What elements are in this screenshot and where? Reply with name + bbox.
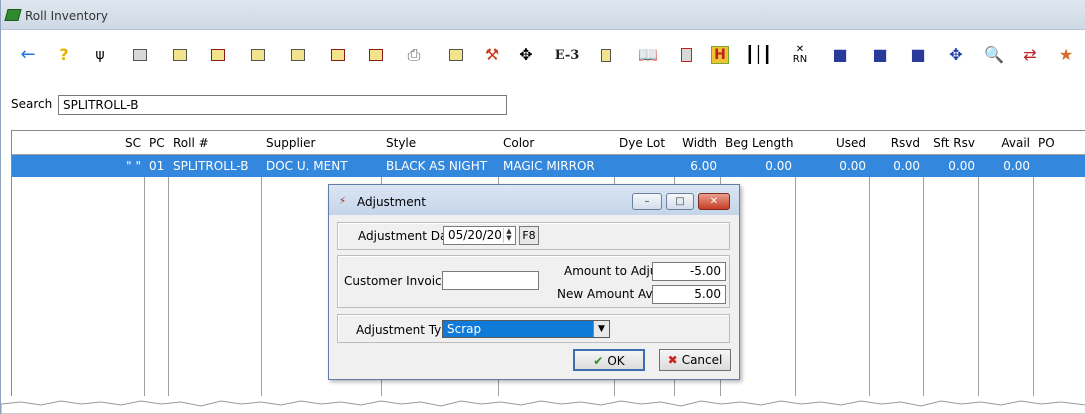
ok-label: OK — [607, 354, 625, 368]
x-icon: ✖ — [667, 353, 678, 367]
adjustment-date-value: 05/20/20 — [448, 228, 502, 242]
toolbar: ← ? ψ ⎙ ⚒ ✥ E-3 📖 H ┃│┃ ✕ RN ■ ■ ■ ✥ 🔍 ⇄ … — [9, 38, 1084, 74]
torn-edge-shape — [1, 400, 1085, 414]
customer-invoice-input[interactable] — [442, 271, 539, 290]
blue-move-icon[interactable]: ✥ — [945, 44, 967, 66]
h-icon[interactable]: H — [711, 46, 729, 64]
move-icon[interactable]: ✥ — [515, 44, 537, 66]
remove-blue-tag-icon[interactable]: ■ — [869, 44, 891, 66]
chevron-down-icon[interactable]: ▼ — [593, 321, 609, 337]
back-arrow-icon[interactable]: ← — [17, 44, 39, 66]
book-search-icon[interactable]: 📖 — [637, 44, 659, 66]
help-icon[interactable]: ? — [53, 44, 75, 66]
col-header-dye-lot[interactable]: Dye Lot — [615, 131, 675, 155]
tools-icon[interactable]: ψ — [89, 44, 111, 66]
col-header-sc[interactable]: SC — [12, 131, 145, 155]
runner-icon[interactable]: ★ — [1055, 44, 1077, 66]
cell-beg-length: 0.00 — [765, 159, 792, 173]
cell-roll: SPLITROLL-B — [173, 159, 249, 173]
col-header-po[interactable]: PO — [1034, 131, 1084, 155]
col-header-roll[interactable]: Roll # — [169, 131, 262, 155]
rn-icon[interactable]: ✕ RN — [789, 44, 811, 66]
dialog-title-bar: ⚡ Adjustment – □ ✕ — [329, 185, 739, 215]
cell-rsvd: 0.00 — [893, 159, 920, 173]
barcode-icon[interactable]: ┃│┃ — [745, 44, 772, 66]
cell-pc: 01 — [149, 159, 165, 173]
torn-edge — [1, 396, 1085, 414]
col-header-color[interactable]: Color — [499, 131, 615, 155]
document-icon[interactable] — [675, 44, 697, 66]
hammer-icon[interactable]: ⚒ — [481, 44, 503, 66]
cancel-label: Cancel — [681, 353, 723, 367]
printer-icon[interactable]: ⎙ — [403, 44, 425, 66]
grid-header: SC PC Roll # Supplier Style Color Dye Lo… — [12, 131, 1085, 155]
amount-to-adjust-input[interactable]: -5.00 — [652, 262, 726, 281]
minimize-icon[interactable]: – — [632, 193, 662, 210]
date-group: Adjustment Date 05/20/20 ▲ ▼ F8 — [337, 222, 730, 250]
col-header-beg-length[interactable]: Beg Length — [721, 131, 796, 155]
rn-label: RN — [792, 54, 808, 65]
adjustment-dialog: ⚡ Adjustment – □ ✕ Adjustment Date 05/20… — [328, 184, 740, 380]
window-title: Roll Inventory — [25, 9, 108, 23]
dialog-icon: ⚡ — [339, 196, 347, 207]
title-bar: Roll Inventory — [1, 0, 1085, 30]
app-icon — [4, 9, 22, 21]
col-header-rsvd[interactable]: Rsvd — [870, 131, 924, 155]
e3-icon[interactable]: E-3 — [553, 44, 581, 66]
search-input[interactable] — [58, 95, 507, 115]
adjustment-type-select[interactable]: Scrap ▼ — [442, 320, 610, 338]
cell-avail: 0.00 — [1003, 159, 1030, 173]
cell-used: 0.00 — [839, 159, 866, 173]
roll-inventory-window: Roll Inventory ← ? ψ ⎙ ⚒ ✥ E-3 📖 H ┃│┃ ✕… — [0, 0, 1085, 414]
table-row[interactable]: " " 01 SPLITROLL-B DOC U. MENT BLACK AS … — [12, 155, 1085, 177]
cell-po — [1034, 155, 1084, 177]
type-group: Adjustment Type Scrap ▼ — [337, 314, 730, 343]
check-icon: ✔ — [593, 354, 604, 368]
amount-group: Customer Invoice # Amount to Adjust -5.0… — [337, 255, 730, 308]
new-amount-avail-label: New Amount Avail — [557, 287, 667, 301]
maximize-icon[interactable]: □ — [666, 193, 694, 210]
close-icon[interactable]: ✕ — [698, 193, 730, 210]
ok-button[interactable]: ✔ OK — [573, 349, 645, 371]
cell-width: 6.00 — [690, 159, 717, 173]
note-icon[interactable] — [287, 44, 309, 66]
swap-icon[interactable]: ⇄ — [1019, 44, 1041, 66]
col-header-supplier[interactable]: Supplier — [262, 131, 382, 155]
cell-dye-lot — [615, 155, 675, 177]
f8-button[interactable]: F8 — [519, 226, 539, 245]
col-header-sft-rsv[interactable]: Sft Rsv — [924, 131, 979, 155]
adjustment-date-input[interactable]: 05/20/20 ▲ ▼ — [443, 226, 516, 245]
cell-style: BLACK AS NIGHT — [386, 159, 488, 173]
tag-icon[interactable] — [247, 44, 269, 66]
cell-supplier: DOC U. MENT — [266, 159, 348, 173]
cell-color: MAGIC MIRROR — [503, 159, 595, 173]
search-label: Search — [11, 97, 53, 111]
dialog-title: Adjustment — [357, 195, 426, 209]
new-amount-avail-input[interactable]: 5.00 — [652, 285, 726, 304]
edit-record-icon[interactable] — [169, 44, 191, 66]
adjustment-type-value: Scrap — [447, 322, 482, 336]
col-header-style[interactable]: Style — [382, 131, 499, 155]
cell-sft-rsv: 0.00 — [948, 159, 975, 173]
blue-note-icon[interactable]: ■ — [907, 44, 929, 66]
cancel-button[interactable]: ✖ Cancel — [659, 349, 731, 371]
col-header-avail[interactable]: Avail — [979, 131, 1034, 155]
col-header-pc[interactable]: PC — [145, 131, 169, 155]
delete-record-icon[interactable] — [207, 44, 229, 66]
blue-tag-icon[interactable]: ■ — [829, 44, 851, 66]
add-record-icon[interactable] — [129, 44, 151, 66]
cancel-note-icon[interactable] — [365, 44, 387, 66]
remove-tag-icon[interactable] — [327, 44, 349, 66]
col-header-width[interactable]: Width — [675, 131, 721, 155]
date-spinner-icon[interactable]: ▲ ▼ — [503, 228, 514, 243]
cell-sc: " " — [126, 159, 141, 173]
col-header-used[interactable]: Used — [796, 131, 870, 155]
magnifier-icon[interactable]: 🔍 — [983, 44, 1005, 66]
page-icon[interactable] — [595, 44, 617, 66]
list-icon[interactable] — [441, 44, 471, 66]
